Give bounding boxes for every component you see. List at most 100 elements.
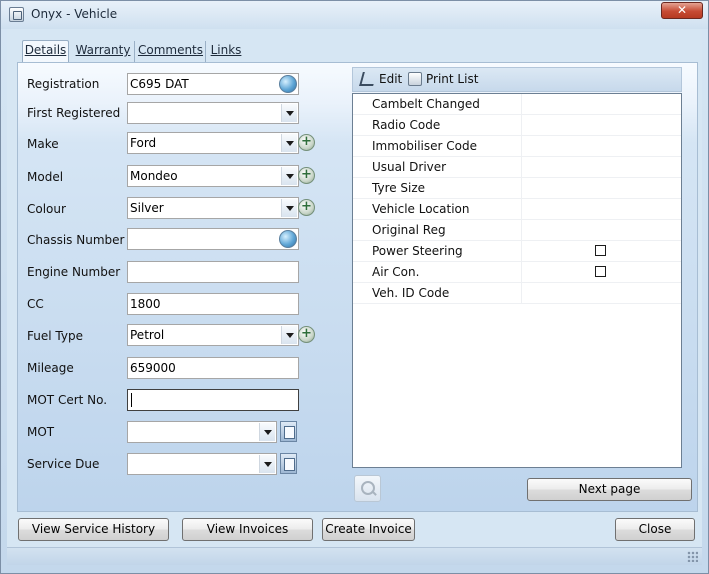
chassis-number-input[interactable]: [127, 228, 299, 250]
extras-toolbar: Edit Print List: [352, 67, 682, 92]
globe-icon[interactable]: [279, 230, 297, 248]
grid-row-label: Vehicle Location: [372, 202, 470, 216]
tab-warranty[interactable]: Warranty: [72, 41, 135, 62]
make-dropdown[interactable]: Ford: [127, 132, 299, 154]
plus-icon[interactable]: +: [298, 134, 315, 151]
colour-dropdown[interactable]: Silver: [127, 197, 299, 219]
view-invoices-label: View Invoices: [206, 522, 289, 536]
status-bar: [7, 547, 702, 565]
mot-label: MOT: [27, 425, 55, 439]
create-invoice-button[interactable]: Create Invoice: [322, 518, 415, 541]
print-icon: [408, 72, 422, 86]
grid-row-label: Original Reg: [372, 223, 446, 237]
create-invoice-label: Create Invoice: [325, 522, 412, 536]
mileage-label: Mileage: [27, 361, 74, 375]
cc-label: CC: [27, 297, 44, 311]
registration-label: Registration: [27, 77, 100, 91]
window-title: Onyx - Vehicle: [31, 7, 118, 21]
close-button[interactable]: Close: [615, 518, 695, 541]
print-list-button[interactable]: Print List: [426, 72, 478, 86]
chassis-number-label: Chassis Number: [27, 233, 125, 247]
cc-value: 1800: [130, 297, 161, 311]
mot-date-dropdown[interactable]: [127, 421, 277, 443]
grid-row[interactable]: Original Reg: [353, 220, 681, 241]
tab-comments-label: Comments: [137, 43, 204, 57]
air-con-checkbox[interactable]: [595, 266, 606, 277]
grid-divider: [521, 220, 522, 241]
vehicle-extras-grid: Cambelt Changed Radio Code Immobiliser C…: [352, 93, 682, 468]
grid-divider: [521, 262, 522, 283]
cc-input[interactable]: 1800: [127, 293, 299, 315]
next-page-label: Next page: [578, 482, 641, 496]
registration-value: C695 DAT: [130, 77, 189, 91]
chevron-down-icon[interactable]: [259, 455, 275, 473]
power-steering-checkbox[interactable]: [595, 245, 606, 256]
window-icon: [9, 7, 24, 22]
view-invoices-button[interactable]: View Invoices: [182, 518, 313, 541]
text-caret: [131, 393, 132, 407]
service-due-date-dropdown[interactable]: [127, 453, 277, 475]
tab-links[interactable]: Links: [207, 41, 245, 62]
grid-row[interactable]: Immobiliser Code: [353, 136, 681, 157]
grid-row-label: Radio Code: [372, 118, 441, 132]
window-close-button[interactable]: ✕: [661, 2, 703, 19]
calendar-icon[interactable]: [280, 421, 297, 442]
grid-row-label: Veh. ID Code: [372, 286, 450, 300]
grid-row[interactable]: Cambelt Changed: [353, 94, 681, 115]
grid-row[interactable]: Power Steering: [353, 241, 681, 262]
plus-icon[interactable]: +: [298, 167, 315, 184]
resize-grip-icon[interactable]: [687, 551, 698, 562]
chevron-down-icon[interactable]: [281, 134, 297, 152]
view-service-history-button[interactable]: View Service History: [18, 518, 169, 541]
chevron-down-icon[interactable]: [281, 167, 297, 185]
colour-value: Silver: [130, 201, 164, 215]
grid-row[interactable]: Vehicle Location: [353, 199, 681, 220]
model-label: Model: [27, 170, 64, 184]
registration-input[interactable]: C695 DAT: [127, 73, 299, 95]
grid-row[interactable]: Air Con.: [353, 262, 681, 283]
grid-row[interactable]: Usual Driver: [353, 157, 681, 178]
grid-row-label: Immobiliser Code: [372, 139, 477, 153]
next-page-button[interactable]: Next page: [527, 478, 692, 501]
plus-icon[interactable]: +: [298, 326, 315, 343]
chevron-down-icon[interactable]: [281, 199, 297, 217]
grid-row-label: Tyre Size: [372, 181, 426, 195]
grid-row[interactable]: Tyre Size: [353, 178, 681, 199]
colour-label: Colour: [27, 202, 66, 216]
vehicle-window: Onyx - Vehicle ✕ Details Warranty Commen…: [0, 0, 709, 574]
tab-details-label: Details: [24, 43, 67, 57]
plus-icon[interactable]: +: [298, 199, 315, 216]
edit-button[interactable]: Edit: [379, 72, 402, 86]
engine-number-label: Engine Number: [27, 265, 121, 279]
close-label: Close: [638, 522, 672, 536]
fuel-type-dropdown[interactable]: Petrol: [127, 324, 299, 346]
model-dropdown[interactable]: Mondeo: [127, 165, 299, 187]
mot-cert-no-label: MOT Cert No.: [27, 393, 108, 407]
tab-comments[interactable]: Comments: [136, 41, 206, 62]
globe-icon[interactable]: [279, 75, 297, 93]
fuel-type-value: Petrol: [130, 328, 165, 342]
grid-divider: [521, 241, 522, 262]
search-icon[interactable]: [354, 475, 381, 502]
model-value: Mondeo: [130, 169, 178, 183]
grid-row[interactable]: Veh. ID Code: [353, 283, 681, 304]
tab-details[interactable]: Details: [22, 40, 69, 63]
grid-divider: [521, 136, 522, 157]
chevron-down-icon[interactable]: [259, 423, 275, 441]
grid-row[interactable]: Radio Code: [353, 115, 681, 136]
engine-number-input[interactable]: [127, 261, 299, 283]
grid-divider: [521, 178, 522, 199]
first-registered-dropdown[interactable]: [127, 102, 299, 124]
mileage-input[interactable]: 659000: [127, 357, 299, 379]
mot-cert-no-input[interactable]: [127, 389, 299, 411]
chevron-down-icon[interactable]: [281, 104, 297, 122]
grid-divider: [521, 115, 522, 136]
mileage-value: 659000: [130, 361, 176, 375]
chevron-down-icon[interactable]: [281, 326, 297, 344]
fuel-type-label: Fuel Type: [27, 329, 83, 343]
tab-links-label: Links: [210, 43, 242, 57]
title-bar[interactable]: Onyx - Vehicle ✕: [1, 1, 708, 29]
calendar-icon[interactable]: [280, 453, 297, 474]
first-registered-label: First Registered: [27, 106, 121, 120]
grid-row-label: Power Steering: [372, 244, 463, 258]
